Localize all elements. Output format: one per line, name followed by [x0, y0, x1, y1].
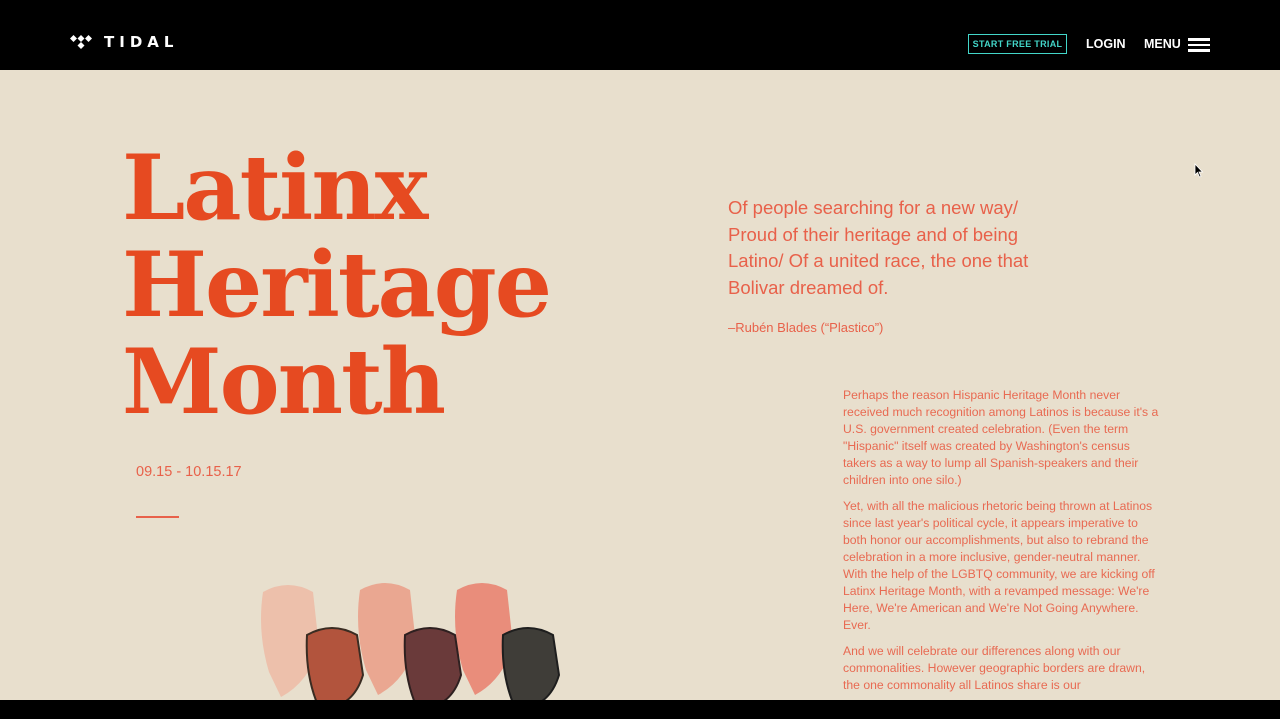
paragraph: And we will celebrate our differences al… — [843, 644, 1146, 692]
quote-attribution: –Rubén Blades (“Plastico”) — [728, 320, 884, 335]
title-line: Month — [122, 329, 446, 435]
divider — [136, 516, 179, 518]
top-nav-bar: TIDAL START FREE TRIAL LOGIN MENU — [0, 0, 1280, 70]
raised-fist-icon — [501, 627, 561, 700]
tidal-logo[interactable]: TIDAL — [70, 33, 179, 51]
login-link[interactable]: LOGIN — [1086, 37, 1126, 51]
page-title: Latinx Heritage Month — [122, 135, 552, 435]
raised-fist-icon — [305, 627, 365, 700]
article-body: Perhaps the reason Hispanic Heritage Mon… — [843, 387, 1163, 703]
cursor-icon — [1194, 163, 1204, 178]
title-line: Latinx — [122, 135, 428, 241]
paragraph: Perhaps the reason Hispanic Heritage Mon… — [843, 388, 1159, 487]
paragraph: Yet, with all the malicious rhetoric bei… — [843, 499, 1155, 632]
start-free-trial-button[interactable]: START FREE TRIAL — [968, 34, 1067, 54]
date-range: 09.15 - 10.15.17 — [136, 464, 242, 480]
lyric-quote: Of people searching for a new way/ Proud… — [728, 197, 1029, 299]
bottom-bar — [0, 700, 1280, 719]
title-line: Heritage — [122, 232, 552, 338]
tidal-logo-icon — [70, 35, 92, 49]
raised-fists-illustration — [261, 583, 561, 700]
raised-fist-icon — [403, 627, 463, 700]
menu-button[interactable]: MENU — [1144, 37, 1181, 51]
logo-wordmark: TIDAL — [104, 33, 179, 51]
hamburger-icon[interactable] — [1188, 38, 1210, 52]
